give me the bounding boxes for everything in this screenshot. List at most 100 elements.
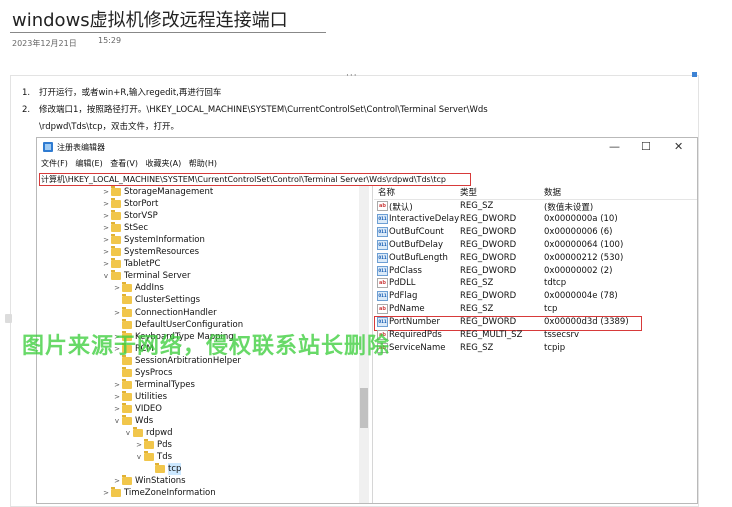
tree-node-label: Pds <box>157 440 172 451</box>
chevron-right-icon[interactable]: > <box>103 487 109 499</box>
folder-icon <box>122 390 132 401</box>
menu-view[interactable]: 查看(V) <box>110 159 138 168</box>
tree-node[interactable]: v Tds <box>37 451 357 463</box>
step-2-continuation: \rdpwd\Tds\tcp，双击文件，打开。 <box>39 122 179 132</box>
tree-node-label: Wds <box>135 415 154 426</box>
registry-value-row[interactable]: 011 InteractiveDelay REG_DWORD 0x0000000a (… <box>376 213 696 227</box>
chevron-right-icon[interactable]: > <box>114 282 120 294</box>
registry-editor-window: 注册表编辑器 — ☐ ✕ 文件(F) 编辑(E) 查看(V) 收藏夹(A) 帮助… <box>36 137 698 504</box>
tree-node[interactable]: v Wds <box>37 414 357 427</box>
folder-icon <box>155 463 165 474</box>
tree-node-label: TabletPC <box>124 259 161 270</box>
window-titlebar: 注册表编辑器 — ☐ ✕ <box>37 138 697 158</box>
registry-value-row[interactable]: 011 PdFlag REG_DWORD 0x0000004e (78) <box>376 291 696 304</box>
folder-icon <box>122 402 132 413</box>
tree-node[interactable]: v Terminal Server <box>37 270 357 282</box>
tree-node[interactable]: > TimeZoneInformation <box>37 487 357 499</box>
column-header-name[interactable]: 名称 <box>378 186 395 198</box>
chevron-right-icon[interactable]: > <box>114 307 120 319</box>
registry-value-row[interactable]: 011 PdClass REG_DWORD 0x00000002 (2) <box>376 265 696 279</box>
tree-node[interactable]: > ConnectionHandler <box>37 306 357 319</box>
tree-node-label: SysProcs <box>135 367 173 378</box>
chevron-down-icon[interactable]: v <box>114 415 120 427</box>
tree-node[interactable]: > SystemInformation <box>37 234 357 246</box>
value-type: REG_SZ <box>460 278 494 289</box>
tree-node-label: SystemInformation <box>124 235 205 246</box>
registry-value-row[interactable]: ab (默认) REG_SZ (数值未设置) <box>376 201 696 214</box>
resize-handle-left[interactable] <box>5 314 12 323</box>
chevron-right-icon[interactable]: > <box>114 391 120 403</box>
registry-value-row[interactable]: 011 OutBufCount REG_DWORD 0x00000006 (6) <box>376 226 696 240</box>
tree-node[interactable]: SysProcs <box>37 366 357 379</box>
chevron-right-icon[interactable]: > <box>114 475 120 487</box>
folder-icon <box>144 439 154 450</box>
tree-node[interactable]: > WinStations <box>37 475 357 487</box>
value-data: 0x00000212 (530) <box>544 252 624 263</box>
tree-node-label: Utilities <box>135 391 167 402</box>
tree-node[interactable]: > Utilities <box>37 390 357 403</box>
close-button[interactable]: ✕ <box>674 140 683 153</box>
menu-edit[interactable]: 编辑(E) <box>75 159 102 168</box>
tree-node[interactable]: > Pds <box>37 439 357 451</box>
value-data: (数值未设置) <box>544 203 594 213</box>
folder-icon <box>122 306 132 317</box>
menu-favorites[interactable]: 收藏夹(A) <box>146 159 182 168</box>
tree-node-label: TimeZoneInformation <box>124 488 216 499</box>
column-header-type[interactable]: 类型 <box>460 186 477 198</box>
tree-node-label: StorageManagement <box>124 187 214 197</box>
tree-node-label: ClusterSettings <box>135 295 201 306</box>
registry-value-row[interactable]: 011 OutBufLength REG_DWORD 0x00000212 (530) <box>376 252 696 266</box>
registry-value-row[interactable]: ab PdDLL REG_SZ tdtcp <box>376 278 696 291</box>
article-title: windows虚拟机修改远程连接端口 <box>12 10 288 31</box>
tree-node[interactable]: > StorageManagement <box>37 186 357 198</box>
chevron-right-icon[interactable]: > <box>103 198 109 210</box>
tree-node[interactable]: > VIDEO <box>37 402 357 415</box>
tree-node[interactable]: > TerminalTypes <box>37 378 357 391</box>
column-header-data[interactable]: 数据 <box>544 186 561 198</box>
drag-handle[interactable]: ··· <box>346 71 358 81</box>
chevron-right-icon[interactable]: > <box>103 234 109 246</box>
tree-node[interactable]: > AddIns <box>37 282 357 294</box>
resize-handle-right[interactable] <box>692 72 697 77</box>
tree-node-label: VIDEO <box>135 403 162 414</box>
chevron-right-icon[interactable]: > <box>103 258 109 270</box>
chevron-right-icon[interactable]: > <box>114 379 120 391</box>
value-type: REG_SZ <box>460 342 494 353</box>
chevron-right-icon[interactable]: > <box>103 210 109 222</box>
value-name: PdFlag <box>389 291 418 302</box>
tree-node[interactable]: v rdpwd <box>37 427 357 439</box>
maximize-button[interactable]: ☐ <box>641 140 651 153</box>
chevron-right-icon[interactable]: > <box>114 403 120 415</box>
chevron-down-icon[interactable]: v <box>136 451 142 463</box>
registry-value-row[interactable]: ab RequiredPds REG_MULTI_SZ tssecsrv <box>376 330 696 343</box>
menu-help[interactable]: 帮助(H) <box>189 159 217 168</box>
chevron-right-icon[interactable]: > <box>103 186 109 198</box>
registry-value-row[interactable]: ab ServiceName REG_SZ tcpip <box>376 342 696 356</box>
tree-node[interactable]: ClusterSettings <box>37 294 357 306</box>
menu-file[interactable]: 文件(F) <box>41 159 68 168</box>
registry-value-row[interactable]: 011 OutBufDelay REG_DWORD 0x00000064 (100) <box>376 239 696 253</box>
tree-scrollbar-thumb[interactable] <box>360 388 368 428</box>
value-name: OutBufLength <box>389 252 448 263</box>
string-value-icon: ab <box>377 201 388 211</box>
tree-node-label: SystemResources <box>124 247 200 258</box>
minimize-button[interactable]: — <box>609 140 620 153</box>
chevron-right-icon[interactable]: > <box>103 246 109 258</box>
tree-node[interactable]: > TabletPC <box>37 258 357 270</box>
address-bar[interactable]: 计算机\HKEY_LOCAL_MACHINE\SYSTEM\CurrentCon… <box>39 173 471 186</box>
tree-node[interactable]: > SystemResources <box>37 246 357 258</box>
binary-value-icon: 011 <box>377 213 388 224</box>
tree-node[interactable]: tcp <box>37 463 357 476</box>
tree-node[interactable]: > StorPort <box>37 198 357 210</box>
folder-icon <box>111 198 121 209</box>
chevron-down-icon[interactable]: v <box>103 270 109 282</box>
tree-node[interactable]: > StSec <box>37 222 357 234</box>
value-data: tcp <box>544 304 558 315</box>
chevron-down-icon[interactable]: v <box>125 427 131 439</box>
binary-value-icon: 011 <box>377 239 388 250</box>
tree-node-label: TerminalTypes <box>135 379 195 390</box>
chevron-right-icon[interactable]: > <box>103 222 109 234</box>
chevron-right-icon[interactable]: > <box>136 439 142 451</box>
tree-node[interactable]: > StorVSP <box>37 210 357 222</box>
folder-icon <box>111 487 121 498</box>
